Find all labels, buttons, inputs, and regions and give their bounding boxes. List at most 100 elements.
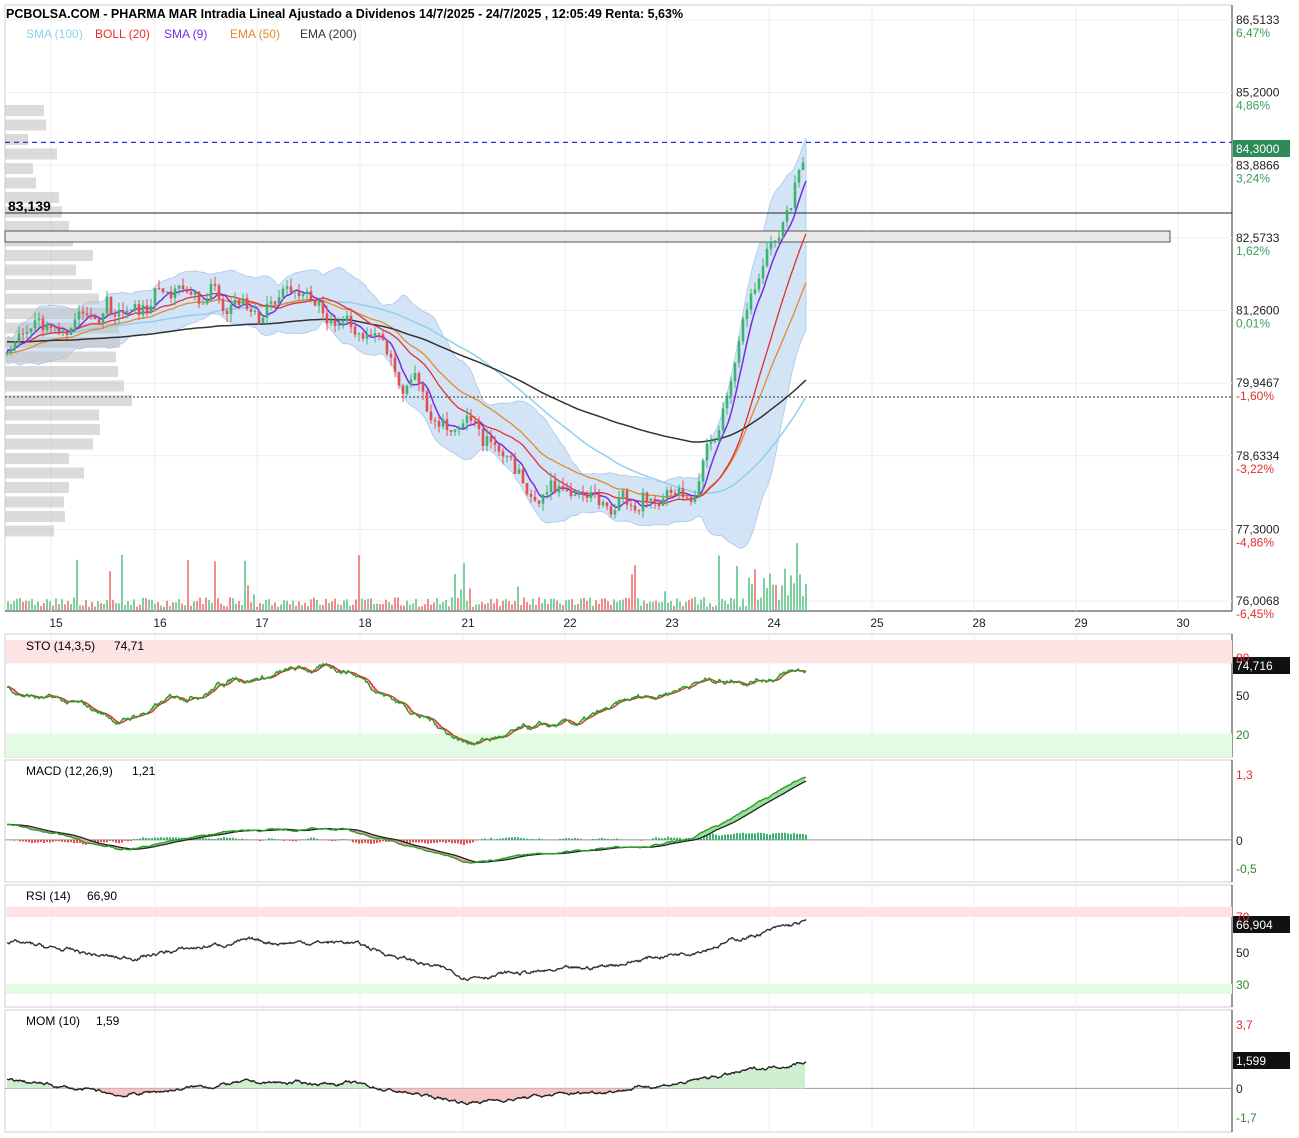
volume-bar [415,598,417,610]
candle-body [493,441,497,445]
candle-body [201,303,205,305]
volume-bar [187,560,189,610]
volume-bar [256,606,258,610]
mom-fill [549,1088,551,1096]
mom-fill [781,1068,783,1089]
candle-body [577,491,581,495]
mom-fill [791,1066,793,1089]
mom-fill [503,1088,505,1103]
macd-hist-bar [103,839,105,843]
mom-fill [489,1088,491,1100]
volume-bar [727,603,729,610]
macd-hist-bar [508,837,510,840]
macd-hist-bar [484,838,486,840]
volume-bar [457,597,459,610]
candle-body [729,381,733,396]
mom-fill [121,1088,123,1096]
volume-profile-bar [5,279,92,290]
macd-hist-bar [757,832,759,840]
y-tick-label: 78,6334 [1236,449,1280,463]
mom-fill [7,1079,9,1089]
candle-body [501,451,505,457]
mom-fill [751,1067,753,1089]
volume-bar [688,600,690,610]
volume-bar [247,585,249,610]
volume-bar [487,602,489,610]
candle-body [569,490,573,496]
candle-body [297,291,301,297]
mom-fill [777,1067,779,1089]
macd-hist-bar [127,839,129,842]
x-tick-label: 16 [153,616,167,630]
volume-bar [82,605,84,610]
rsi-value: 66,90 [87,889,117,903]
mom-fill [135,1088,137,1094]
rsi-label: RSI (14) [26,889,71,903]
volume-bar [574,604,576,610]
candle-body [573,494,577,496]
volume-bar [79,605,81,610]
candle-body [777,237,781,241]
macd-hist-bar [604,838,606,840]
volume-bar [559,603,561,610]
volume-bar [478,604,480,610]
candle-body [625,490,629,505]
candle-body [245,298,249,310]
volume-bar [136,606,138,610]
volume-bar [37,601,39,610]
x-tick-label: 18 [358,616,372,630]
candle-body [429,411,433,421]
candle-body [757,278,761,290]
candle-body [413,373,417,380]
volume-bar [226,606,228,610]
mom-value: 1,59 [96,1014,120,1028]
volume-bar [85,600,87,610]
macd-hist-bar [133,839,135,840]
candle-body [593,492,597,494]
volume-bar [799,574,801,610]
macd-hist-bar [514,837,516,840]
volume-bar [598,603,600,610]
volume-profile-bar [5,482,69,493]
volume-bar [316,599,318,610]
mom-fill [515,1088,517,1100]
volume-profile-bar [5,250,93,261]
candle-body [441,419,445,427]
candle-body [197,291,201,304]
volume-profile-bar [5,134,28,145]
macd-hist-bar [244,839,246,840]
macd-hist-bar [58,839,60,842]
mom-fill [495,1088,497,1101]
candle-body [53,326,57,328]
macd-hist-bar [331,839,333,842]
volume-bar [661,601,663,610]
candle-body [229,305,233,315]
mom-fill [755,1068,757,1089]
volume-bar [22,602,24,610]
volume-bar [448,606,450,610]
volume-bar [280,604,282,610]
volume-bar [715,605,717,610]
candle-body [789,208,793,211]
macd-hist-bar [667,836,669,840]
mom-fill [271,1082,273,1089]
volume-bar [46,599,48,610]
candle-body [605,502,609,507]
mom-fill [795,1064,797,1089]
volume-bar [298,601,300,610]
candle-body [225,310,229,315]
mom-fill [717,1077,719,1089]
volume-bar [142,597,144,610]
macd-hist-bar [526,838,528,840]
mom-fill [729,1073,731,1089]
macd-hist-bar [295,839,297,842]
mom-fill [711,1076,713,1089]
candle-body [769,241,773,249]
candle-body [105,296,109,314]
mom-fill [109,1088,111,1094]
macd-hist-bar [673,837,675,840]
volume-bar [223,605,225,610]
macd-hist-bar [523,838,525,840]
mom-fill [787,1067,789,1089]
volume-bar [571,599,573,610]
